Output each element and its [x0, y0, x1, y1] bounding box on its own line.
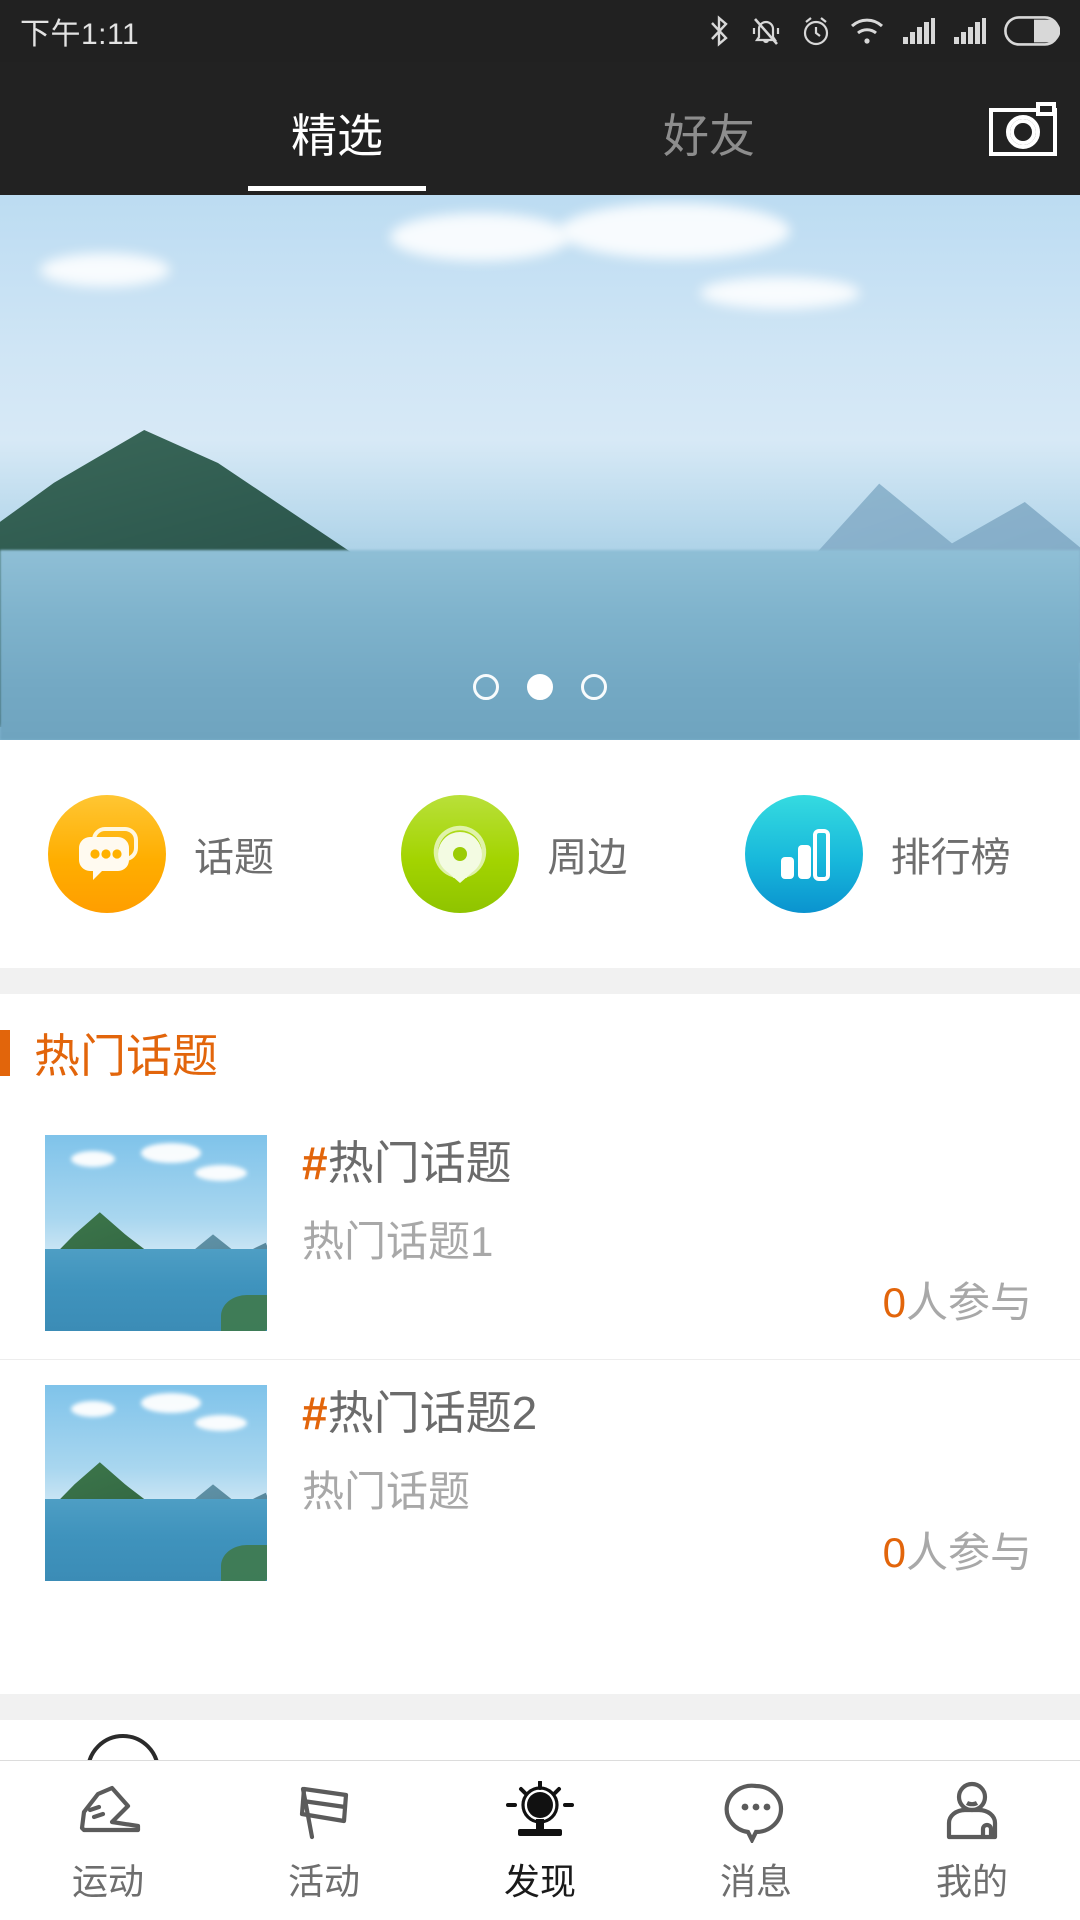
user-profile-icon — [935, 1777, 1009, 1847]
bar-chart-icon — [744, 795, 863, 913]
topic-body: #热门话题2 热门话题 — [302, 1387, 1040, 1519]
hash-prefix: # — [302, 1387, 328, 1439]
quick-action-row: 话题 周边 排行榜 — [0, 740, 1080, 968]
quick-action-topic-label: 话题 — [194, 836, 274, 880]
carousel-dot-2[interactable] — [527, 674, 553, 700]
flag-icon — [287, 1777, 361, 1847]
topic-thumbnail — [45, 1385, 267, 1581]
nav-item-profile[interactable]: 我的 — [864, 1777, 1080, 1905]
quick-action-topic[interactable]: 话题 — [0, 795, 383, 913]
section-separator-top — [0, 968, 1080, 994]
topic-body: #热门话题 热门话题1 — [302, 1137, 1040, 1269]
carousel-dot-1[interactable] — [473, 674, 499, 700]
bottom-nav-bar: 运动 活动 发现 消息 我的 — [0, 1760, 1080, 1920]
section-title: 热门话题 — [34, 1030, 218, 1082]
topic-participant-count: 0人参与 — [883, 1269, 1032, 1330]
tab-featured[interactable]: 精选 — [248, 113, 426, 159]
list-item[interactable]: #热门话题2 热门话题 0人参与 — [0, 1360, 1080, 1610]
topic-title-text: 热门话题2 — [327, 1387, 538, 1439]
section-header-hot-topics: 热门话题 — [0, 1014, 1080, 1092]
signal-icon-1 — [902, 17, 936, 45]
discover-lamp-icon — [503, 1777, 577, 1847]
signal-icon-2 — [953, 17, 987, 45]
hot-topic-list: #热门话题 热门话题1 0人参与 #热门话题2 热门话题 0人参与 — [0, 1110, 1080, 1610]
message-bubble-icon — [719, 1777, 793, 1847]
hash-prefix: # — [302, 1137, 328, 1189]
banner-image — [0, 195, 1080, 740]
nav-item-messages[interactable]: 消息 — [648, 1777, 864, 1905]
topic-title-text: 热门话题 — [327, 1137, 512, 1189]
quick-action-nearby[interactable]: 周边 — [383, 795, 736, 913]
participant-suffix: 人参与 — [905, 1529, 1032, 1576]
status-time: 下午1:11 — [20, 18, 140, 51]
shoe-icon — [71, 1777, 145, 1847]
topic-thumbnail — [45, 1135, 267, 1331]
section-separator-bottom — [0, 1694, 1080, 1720]
vibrate-off-icon — [749, 14, 783, 48]
quick-action-rank[interactable]: 排行榜 — [737, 795, 1080, 913]
carousel-dot-3[interactable] — [581, 674, 607, 700]
chat-bubble-icon — [48, 795, 166, 913]
partial-avatar-peek — [86, 1734, 160, 1760]
camera-icon[interactable] — [988, 101, 1058, 157]
participant-number: 0 — [882, 1529, 906, 1576]
topic-subtitle: 热门话题 — [302, 1467, 471, 1515]
tab-friends[interactable]: 好友 — [620, 113, 798, 159]
app-root: 下午1:11 精选 好友 话题 周边 排行榜 热门话题 #热门话题 热门话题1 … — [0, 0, 1080, 1920]
top-nav-bar: 精选 好友 — [0, 62, 1080, 195]
nav-label-activities: 活动 — [287, 1860, 360, 1902]
topic-title: #热门话题2 — [302, 1387, 1040, 1440]
status-bar: 下午1:11 — [0, 0, 1080, 62]
nav-item-sports[interactable]: 运动 — [0, 1777, 216, 1905]
section-accent-bar — [0, 1030, 10, 1076]
alarm-icon — [800, 14, 832, 48]
nav-label-sports: 运动 — [71, 1860, 144, 1902]
topic-subtitle: 热门话题1 — [302, 1217, 494, 1265]
nav-item-discover[interactable]: 发现 — [432, 1777, 648, 1905]
status-icon-group — [706, 14, 1060, 48]
quick-action-rank-label: 排行榜 — [890, 836, 1011, 880]
nav-item-activities[interactable]: 活动 — [216, 1777, 432, 1905]
participant-number: 0 — [882, 1279, 906, 1326]
nav-label-discover: 发现 — [503, 1860, 576, 1902]
quick-action-nearby-label: 周边 — [547, 836, 628, 880]
banner-carousel[interactable] — [0, 195, 1080, 740]
list-item[interactable]: #热门话题 热门话题1 0人参与 — [0, 1110, 1080, 1360]
tab-group: 精选 好友 — [0, 62, 1080, 195]
wifi-icon — [849, 16, 885, 46]
participant-suffix: 人参与 — [905, 1279, 1032, 1326]
battery-icon — [1004, 16, 1060, 46]
topic-participant-count: 0人参与 — [883, 1519, 1032, 1580]
carousel-dots — [0, 674, 1080, 700]
topic-title: #热门话题 — [302, 1137, 1040, 1190]
tab-active-indicator — [248, 186, 426, 191]
location-pin-icon — [401, 795, 520, 913]
nav-label-profile: 我的 — [935, 1860, 1008, 1902]
bluetooth-icon — [706, 14, 732, 48]
nav-label-messages: 消息 — [719, 1860, 792, 1902]
